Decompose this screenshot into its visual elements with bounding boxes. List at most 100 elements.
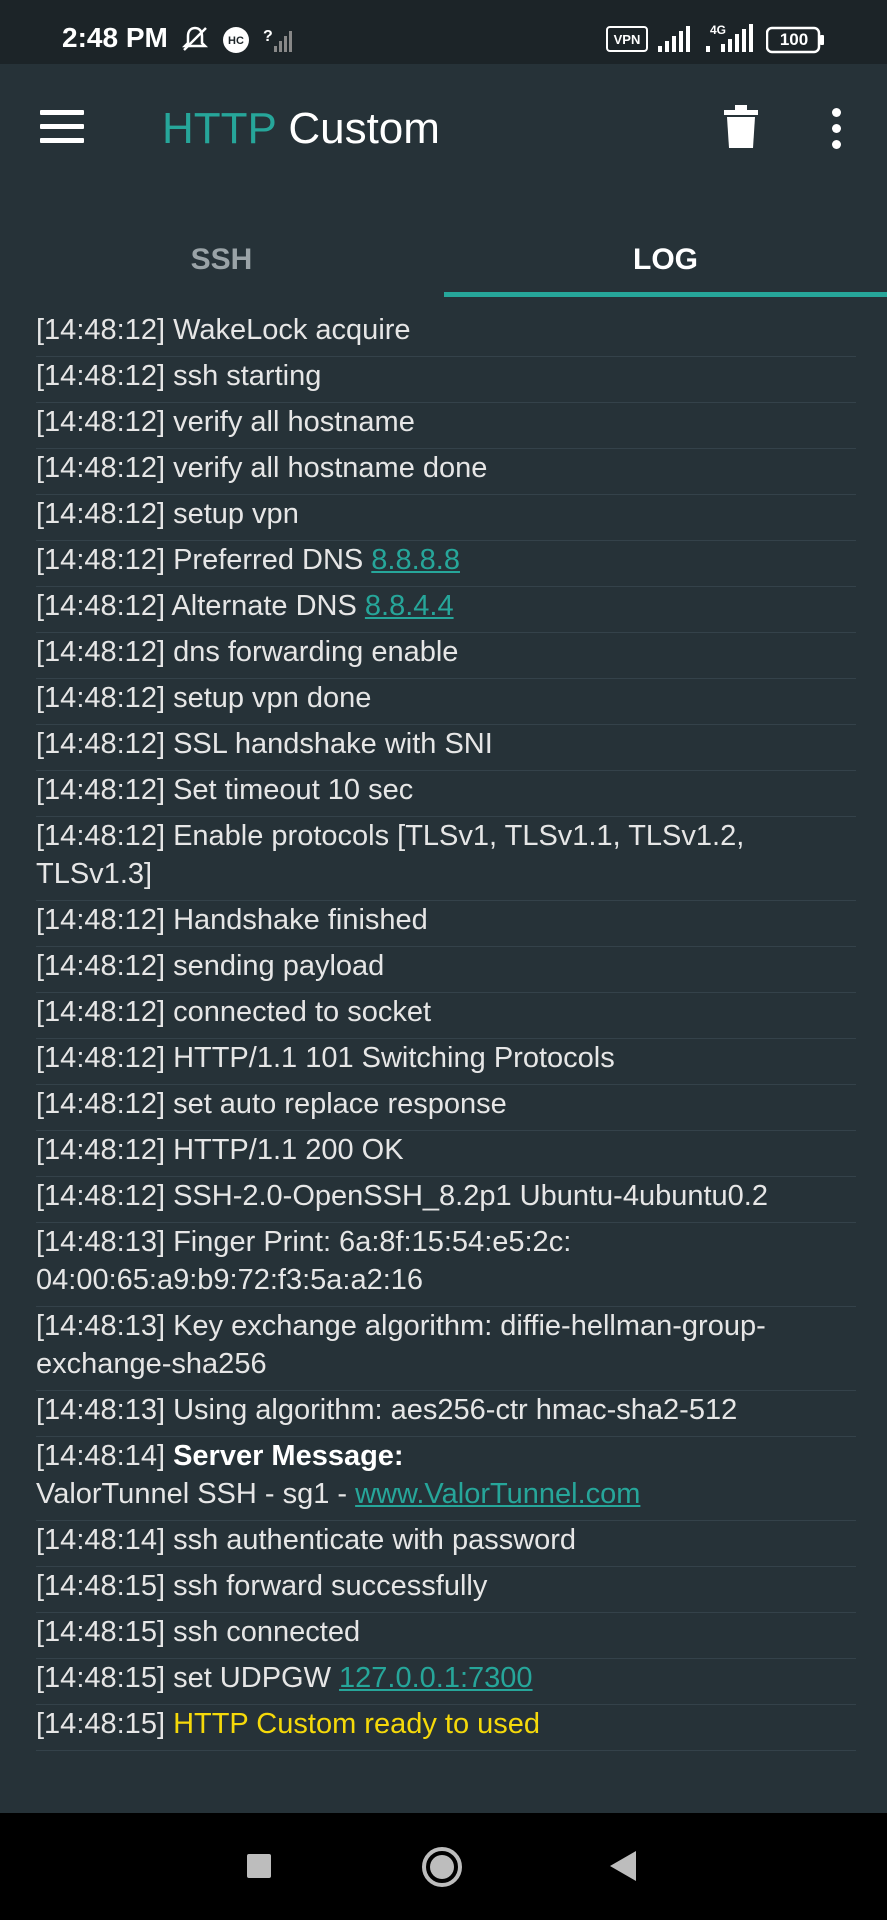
log-message: Alternate DNS <box>171 590 365 622</box>
log-message-bold: Server Message: <box>173 1440 404 1472</box>
log-list: [14:48:12] WakeLock acquire [14:48:12] ss… <box>36 311 856 1751</box>
log-timestamp: [14:48:12] <box>36 820 165 852</box>
log-message: verify all hostname done <box>173 452 488 484</box>
log-entry: [14:48:13] Finger Print: 6a:8f:15:54:e5:… <box>36 1223 856 1307</box>
log-timestamp: [14:48:12] <box>36 636 165 668</box>
log-link[interactable]: 127.0.0.1:7300 <box>339 1662 533 1694</box>
log-timestamp: [14:48:12] <box>36 728 165 760</box>
log-message: ssh forward successfully <box>173 1570 488 1602</box>
log-entry: [14:48:12] SSH-2.0-OpenSSH_8.2p1 Ubuntu-… <box>36 1177 856 1223</box>
log-timestamp: [14:48:12] <box>36 950 165 982</box>
log-entry: [14:48:12] verify all hostname done <box>36 449 856 495</box>
log-message: Set timeout 10 sec <box>173 774 414 806</box>
svg-text:?: ? <box>263 28 273 45</box>
log-message: verify all hostname <box>173 406 415 438</box>
svg-text:VPN: VPN <box>614 32 641 47</box>
log-timestamp: [14:48:12] <box>36 406 165 438</box>
status-bar: 2:48 PM HC ? VPN 4G 100 <box>0 0 887 64</box>
log-entry: [14:48:12] verify all hostname <box>36 403 856 449</box>
back-icon[interactable] <box>608 1849 638 1883</box>
log-entry: [14:48:12] Set timeout 10 sec <box>36 771 856 817</box>
tab-bar: SSH LOG <box>0 232 887 296</box>
log-message: WakeLock acquire <box>173 314 411 346</box>
navigation-bar <box>0 1813 887 1920</box>
log-area[interactable]: [14:48:12] WakeLock acquire [14:48:12] ss… <box>0 297 887 1813</box>
log-message: ssh connected <box>173 1616 361 1648</box>
log-message: setup vpn <box>173 498 299 530</box>
log-message: SSH-2.0-OpenSSH_8.2p1 Ubuntu-4ubuntu0.2 <box>173 1180 768 1212</box>
app-title: HTTP Custom <box>162 104 440 154</box>
log-entry: [14:48:15] ssh connected <box>36 1613 856 1659</box>
log-entry: [14:48:12] ssh starting <box>36 357 856 403</box>
log-timestamp: [14:48:13] <box>36 1226 165 1258</box>
log-message: ssh starting <box>173 360 322 392</box>
log-timestamp: [14:48:12] <box>36 314 165 346</box>
recents-icon[interactable] <box>244 1851 274 1881</box>
log-link[interactable]: www.ValorTunnel.com <box>355 1478 640 1510</box>
log-timestamp: [14:48:12] <box>36 544 165 576</box>
app-bar: HTTP Custom SSH LOG <box>0 64 887 297</box>
log-entry: [14:48:13] Using algorithm: aes256-ctr h… <box>36 1391 856 1437</box>
battery-level: 100 <box>779 30 809 49</box>
delete-log-icon[interactable] <box>722 104 760 150</box>
log-timestamp: [14:48:12] <box>36 1088 165 1120</box>
vpn-icon: VPN <box>606 26 648 52</box>
app-title-custom: Custom <box>288 104 440 153</box>
log-message: HTTP/1.1 200 OK <box>173 1134 404 1166</box>
log-message: HTTP/1.1 101 Switching Protocols <box>173 1042 615 1074</box>
log-entry: [14:48:12] HTTP/1.1 101 Switching Protoc… <box>36 1039 856 1085</box>
log-timestamp: [14:48:12] <box>36 996 165 1028</box>
log-entry: [14:48:12] HTTP/1.1 200 OK <box>36 1131 856 1177</box>
more-options-icon[interactable] <box>828 108 844 152</box>
log-entry: [14:48:15] HTTP Custom ready to used <box>36 1705 856 1751</box>
log-entry: [14:48:12] sending payload <box>36 947 856 993</box>
log-message: setup vpn done <box>173 682 372 714</box>
log-timestamp: [14:48:12] <box>36 904 165 936</box>
log-link[interactable]: 8.8.4.4 <box>365 590 454 622</box>
log-entry: [14:48:12] connected to socket <box>36 993 856 1039</box>
log-timestamp: [14:48:12] <box>36 682 165 714</box>
log-message: SSL handshake with SNI <box>173 728 493 760</box>
log-timestamp: [14:48:12] <box>36 498 165 530</box>
log-entry: [14:48:14] ssh authenticate with passwor… <box>36 1521 856 1567</box>
svg-text:HC: HC <box>228 35 244 47</box>
log-entry: [14:48:12] Alternate DNS 8.8.4.4 <box>36 587 856 633</box>
log-timestamp: [14:48:12] <box>36 452 165 484</box>
log-entry: [14:48:12] set auto replace response <box>36 1085 856 1131</box>
signal-unknown-icon: ? <box>263 28 292 52</box>
hamburger-menu-icon[interactable] <box>40 110 86 150</box>
svg-text:4G: 4G <box>710 23 726 37</box>
log-message: Preferred DNS <box>173 544 372 576</box>
signal-4g-icon: 4G <box>706 23 753 52</box>
log-timestamp: [14:48:15] <box>36 1662 165 1694</box>
log-entry: [14:48:12] SSL handshake with SNI <box>36 725 856 771</box>
app-title-http: HTTP <box>162 104 277 153</box>
log-timestamp: [14:48:12] <box>36 1180 165 1212</box>
signal-icon-sim1 <box>658 26 690 52</box>
home-icon[interactable] <box>420 1845 464 1889</box>
log-message: connected to socket <box>173 996 432 1028</box>
log-entry: [14:48:14] Server Message: ValorTunnel SS… <box>36 1437 856 1521</box>
log-entry: [14:48:13] Key exchange algorithm: diffi… <box>36 1307 856 1391</box>
log-ready-message: HTTP Custom ready to used <box>173 1708 541 1740</box>
tab-ssh[interactable]: SSH <box>0 232 443 296</box>
log-entry: [14:48:15] set UDPGW 127.0.0.1:7300 <box>36 1659 856 1705</box>
status-time: 2:48 PM <box>62 22 168 53</box>
log-message: ssh authenticate with password <box>173 1524 577 1556</box>
log-timestamp: [14:48:14] <box>36 1524 165 1556</box>
log-timestamp: [14:48:15] <box>36 1570 165 1602</box>
log-message: dns forwarding enable <box>173 636 459 668</box>
log-timestamp: [14:48:12] <box>36 774 165 806</box>
notifications-off-icon <box>181 26 209 51</box>
tab-log[interactable]: LOG <box>444 232 887 296</box>
log-timestamp: [14:48:12] <box>36 1042 165 1074</box>
log-link[interactable]: 8.8.8.8 <box>371 544 460 576</box>
hc-app-icon: HC <box>223 27 249 53</box>
log-timestamp: [14:48:12] <box>36 590 165 622</box>
log-message: Using algorithm: aes256-ctr hmac-sha2-51… <box>173 1394 738 1426</box>
log-timestamp: [14:48:13] <box>36 1394 165 1426</box>
log-message: ValorTunnel SSH - sg1 - <box>36 1478 356 1510</box>
log-entry: [14:48:12] Preferred DNS 8.8.8.8 <box>36 541 856 587</box>
log-message: set UDPGW <box>173 1662 340 1694</box>
log-timestamp: [14:48:14] <box>36 1440 165 1472</box>
